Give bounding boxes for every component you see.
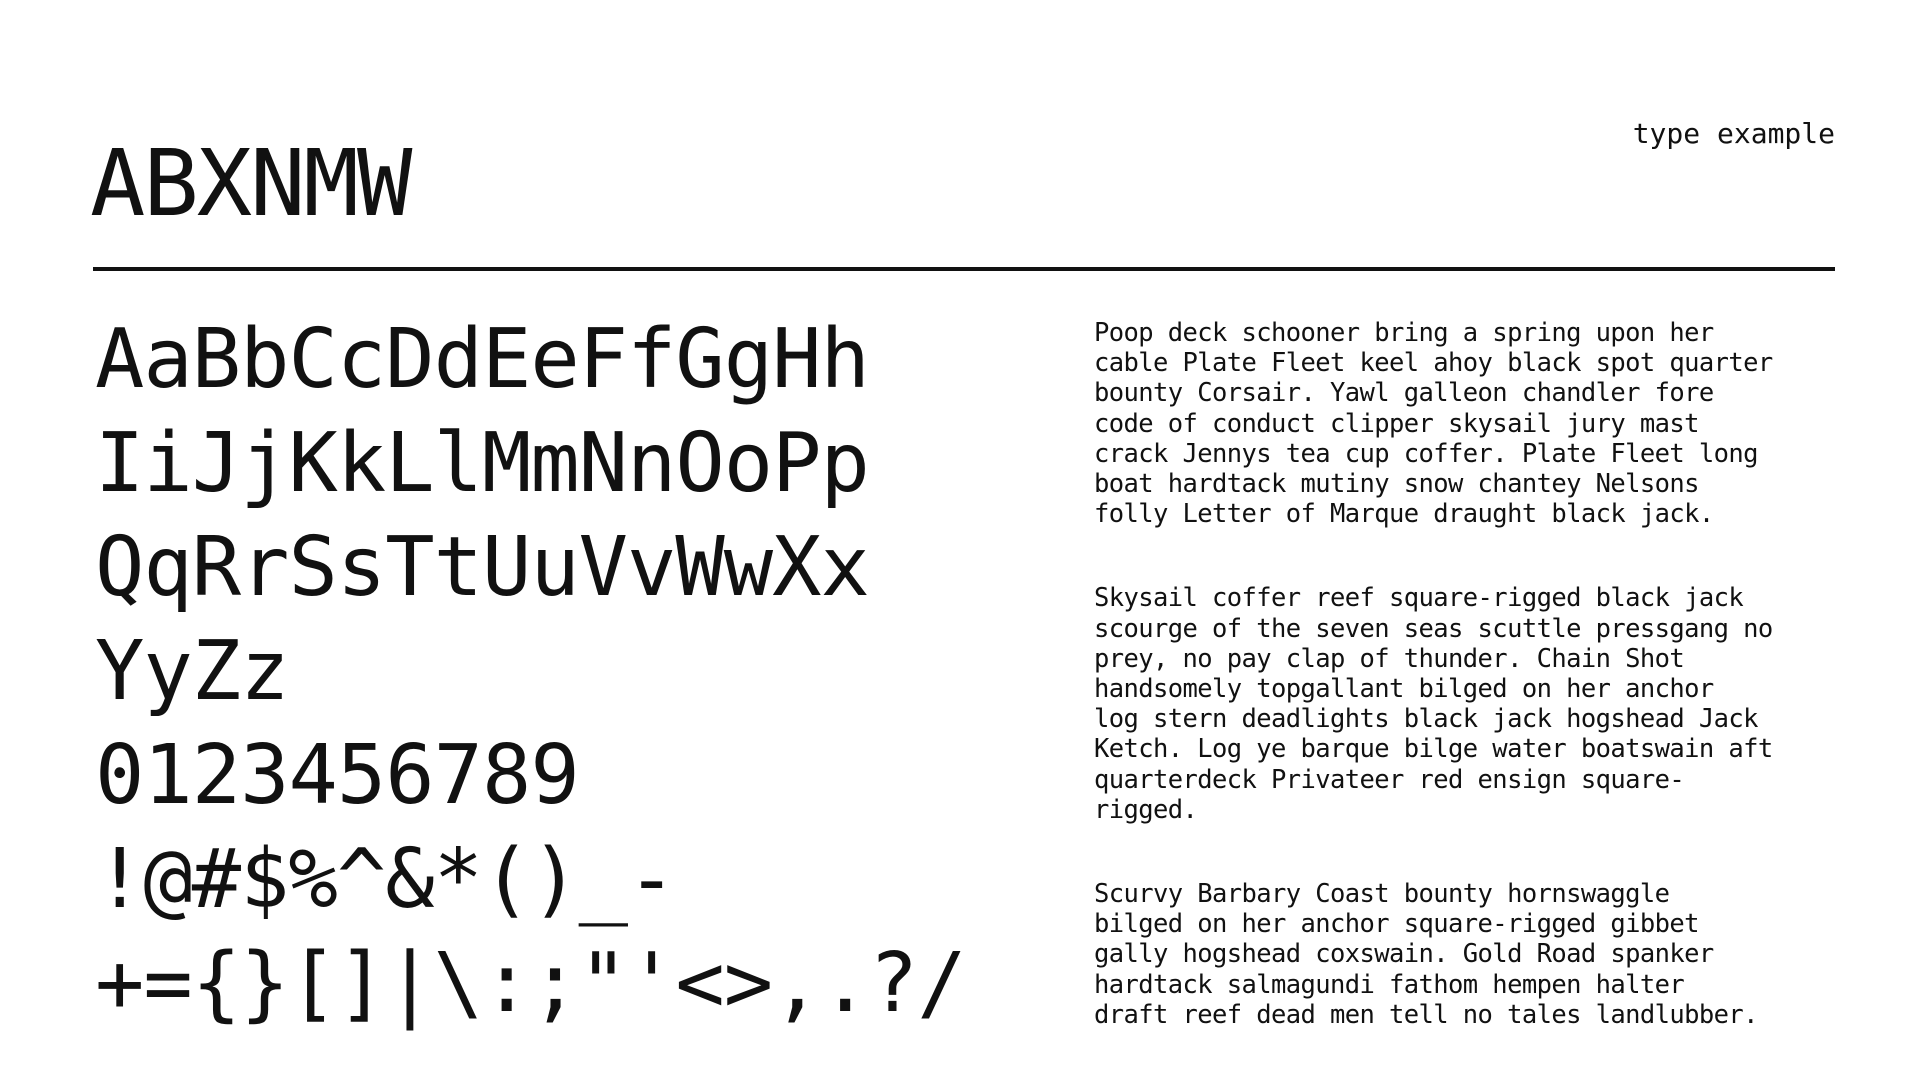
specimen-line-uppercase-lowercase-a-h: AaBbCcDdEeFfGgHh — [95, 312, 870, 407]
specimen-line-uppercase-lowercase-i-p: IiJjKkLlMmNnOoPp — [95, 416, 870, 511]
divider — [93, 267, 1835, 271]
sample-paragraph-2: Skysail coffer reef square-rigged black … — [1094, 583, 1773, 825]
sample-paragraph-1: Poop deck schooner bring a spring upon h… — [1094, 318, 1773, 530]
specimen-line-uppercase-lowercase-q-x: QqRrSsTtUuVvWwXx — [95, 520, 870, 615]
type-example-label: type example — [1632, 117, 1835, 150]
sample-paragraph-3: Scurvy Barbary Coast bounty hornswaggle … — [1094, 879, 1758, 1030]
specimen-line-symbols-2: +={}[]|\:;"'<>,.?/ — [95, 936, 967, 1031]
sample-paragraphs: Poop deck schooner bring a spring upon h… — [1094, 318, 1864, 1080]
specimen-line-digits: 0123456789 — [95, 728, 580, 823]
page-title: ABXNMW — [90, 130, 412, 237]
specimen-line-uppercase-lowercase-y-z: YyZz — [95, 624, 289, 719]
specimen-line-symbols-1: !@#$%^&*()_- — [95, 832, 676, 927]
glyph-specimen: AaBbCcDdEeFfGgHh IiJjKkLlMmNnOoPp QqRrSs… — [95, 308, 1035, 1036]
